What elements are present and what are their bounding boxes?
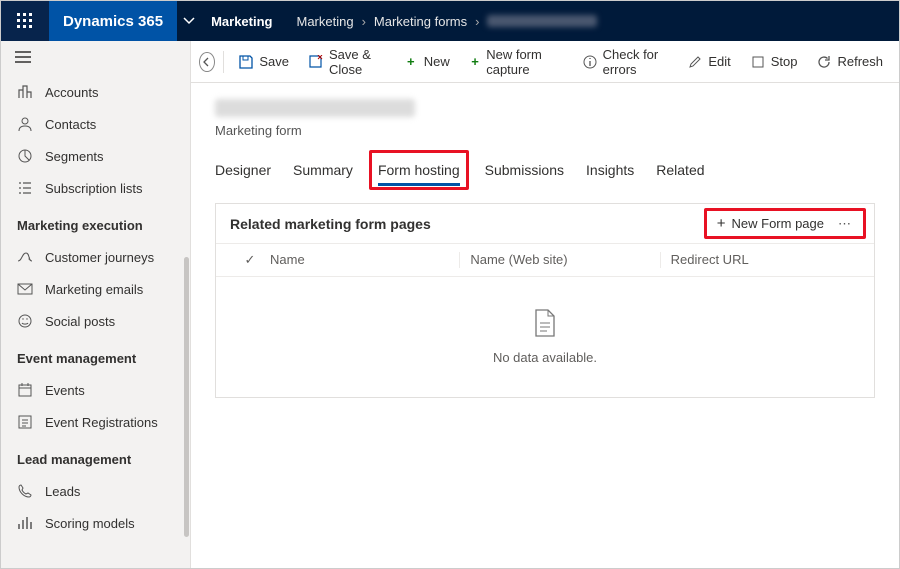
document-icon: [534, 309, 556, 340]
new-form-capture-button[interactable]: +New form capture: [462, 41, 571, 83]
tab-designer[interactable]: Designer: [215, 156, 271, 184]
record-subtitle: Marketing form: [215, 123, 875, 138]
reglist-icon: [17, 414, 33, 430]
chevron-right-icon: ›: [475, 14, 479, 29]
refresh-button[interactable]: Refresh: [809, 48, 891, 75]
grid-title: Related marketing form pages: [230, 216, 431, 232]
sidebar-item-label: Marketing emails: [45, 282, 143, 297]
stop-button[interactable]: Stop: [743, 48, 806, 75]
smile-icon: [17, 313, 33, 329]
column-header-name[interactable]: Name: [270, 252, 459, 268]
calendar-icon: [17, 382, 33, 398]
grid-column-headers: ✓ Name Name (Web site) Redirect URL: [216, 244, 874, 277]
sidebar-item-leads[interactable]: Leads: [1, 475, 190, 507]
hamburger-icon[interactable]: [1, 41, 190, 76]
scrollbar-thumb[interactable]: [184, 257, 189, 537]
tab-summary[interactable]: Summary: [293, 156, 353, 184]
back-button[interactable]: [199, 52, 215, 72]
new-form-page-button[interactable]: + New Form page: [717, 215, 824, 232]
score-icon: [17, 515, 33, 531]
save-button[interactable]: Save: [231, 48, 297, 75]
breadcrumb-area[interactable]: Marketing: [211, 14, 272, 29]
mail-icon: [17, 281, 33, 297]
app-launcher-icon[interactable]: [1, 1, 49, 41]
column-header-website[interactable]: Name (Web site): [459, 252, 659, 268]
tab-insights[interactable]: Insights: [586, 156, 634, 184]
sidebar-item-label: Event Registrations: [45, 415, 158, 430]
brand-label[interactable]: Dynamics 365: [49, 1, 177, 41]
breadcrumb: Marketing Marketing › Marketing forms ›: [211, 14, 597, 29]
sidebar-item-contacts[interactable]: Contacts: [1, 108, 190, 140]
sidebar-item-accounts[interactable]: Accounts: [1, 76, 190, 108]
sidebar-group-title: Lead management: [1, 438, 190, 475]
segments-icon: [17, 148, 33, 164]
sidebar-item-label: Events: [45, 383, 85, 398]
sidebar: Accounts Contacts Segments Subscription lis…: [1, 41, 191, 568]
sidebar-item-label: Segments: [45, 149, 104, 164]
plus-icon: +: [404, 55, 418, 69]
sidebar-item-label: Subscription lists: [45, 181, 143, 196]
sidebar-group-title: Marketing execution: [1, 204, 190, 241]
check-errors-button[interactable]: Check for errors: [575, 41, 677, 83]
phone-icon: [17, 483, 33, 499]
sidebar-item-social-posts[interactable]: Social posts: [1, 305, 190, 337]
refresh-icon: [817, 55, 831, 69]
checkmark-column-icon[interactable]: ✓: [230, 252, 270, 268]
column-header-redirect[interactable]: Redirect URL: [660, 252, 860, 268]
breadcrumb-item-0[interactable]: Marketing: [296, 14, 353, 29]
sidebar-item-segments[interactable]: Segments: [1, 140, 190, 172]
tab-submissions[interactable]: Submissions: [485, 156, 564, 184]
sidebar-item-label: Accounts: [45, 85, 98, 100]
tab-related[interactable]: Related: [656, 156, 704, 184]
sidebar-item-label: Social posts: [45, 314, 115, 329]
sidebar-item-scoring-models[interactable]: Scoring models: [1, 507, 190, 539]
sidebar-group-title: Event management: [1, 337, 190, 374]
plus-icon: +: [717, 215, 726, 232]
save-close-button[interactable]: Save & Close: [301, 41, 392, 83]
record-title-redacted: [215, 99, 415, 117]
person-icon: [17, 116, 33, 132]
save-icon: [239, 55, 253, 69]
stop-icon: [751, 55, 765, 69]
info-icon: [583, 55, 597, 69]
more-actions-icon[interactable]: ⋯: [838, 216, 853, 232]
main-content: Save Save & Close +New +New form capture…: [191, 41, 899, 568]
sidebar-item-label: Contacts: [45, 117, 96, 132]
tab-form-hosting[interactable]: Form hosting: [378, 156, 460, 184]
build-icon: [17, 84, 33, 100]
list-icon: [17, 180, 33, 196]
plus-icon: +: [470, 55, 480, 69]
grid-empty-state: No data available.: [216, 277, 874, 397]
sidebar-item-events[interactable]: Events: [1, 374, 190, 406]
command-bar: Save Save & Close +New +New form capture…: [191, 41, 899, 83]
grid-actions-highlight: + New Form page ⋯: [704, 208, 866, 239]
sidebar-item-subscription-lists[interactable]: Subscription lists: [1, 172, 190, 204]
save-close-icon: [309, 55, 323, 69]
edit-button[interactable]: Edit: [680, 48, 738, 75]
breadcrumb-item-1[interactable]: Marketing forms: [374, 14, 467, 29]
sidebar-item-label: Customer journeys: [45, 250, 154, 265]
empty-text: No data available.: [493, 350, 597, 365]
journey-icon: [17, 249, 33, 265]
related-pages-grid: Related marketing form pages + New Form …: [215, 203, 875, 398]
global-navbar: Dynamics 365 Marketing Marketing › Marke…: [1, 1, 899, 41]
new-button[interactable]: +New: [396, 48, 458, 75]
chevron-right-icon: ›: [362, 14, 366, 29]
pencil-icon: [688, 55, 702, 69]
chevron-down-icon[interactable]: [177, 1, 201, 41]
breadcrumb-item-redacted: [487, 15, 597, 27]
sidebar-item-label: Scoring models: [45, 516, 135, 531]
sidebar-item-label: Leads: [45, 484, 80, 499]
sidebar-item-customer-journeys[interactable]: Customer journeys: [1, 241, 190, 273]
sidebar-item-event-registrations[interactable]: Event Registrations: [1, 406, 190, 438]
record-tabs: Designer Summary Form hosting Submissions In…: [215, 156, 875, 185]
sidebar-item-marketing-emails[interactable]: Marketing emails: [1, 273, 190, 305]
